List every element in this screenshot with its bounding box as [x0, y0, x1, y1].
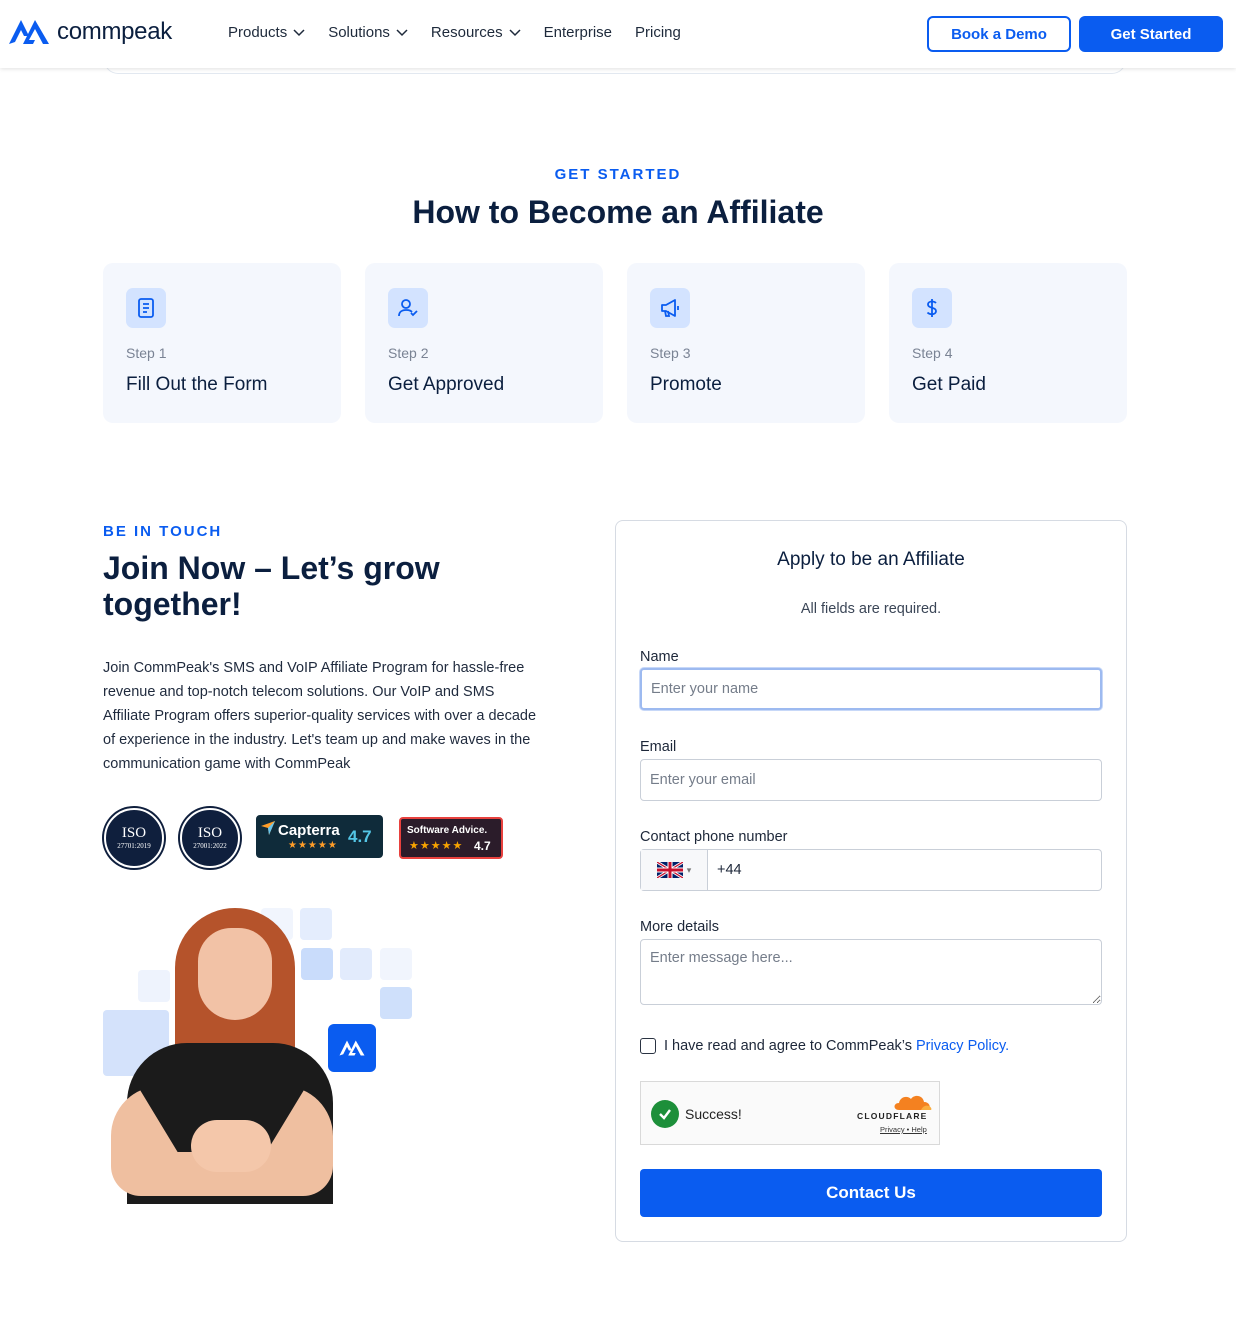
capterra-badge[interactable]: Capterra ★★★★★ 4.7 — [256, 815, 383, 858]
details-textarea[interactable] — [640, 939, 1102, 1005]
software-advice-badge[interactable]: Software Advice. ★★★★★ 4.7 — [399, 817, 503, 859]
touch-eyebrow: BE IN TOUCH — [103, 523, 223, 540]
user-check-icon — [388, 288, 428, 328]
document-icon — [126, 288, 166, 328]
step-title: Get Paid — [912, 374, 986, 395]
capterra-logo-icon — [261, 821, 275, 835]
step-title: Promote — [650, 374, 722, 395]
step-title: Get Approved — [388, 374, 505, 395]
nav-resources-label: Resources — [430, 24, 503, 41]
uk-flag-icon — [656, 862, 683, 878]
nav-pricing-label: Pricing — [635, 24, 681, 41]
nav-resources[interactable]: Resources — [431, 24, 521, 41]
captcha-brand: CLOUDFLARE — [857, 1111, 928, 1121]
nav-pricing[interactable]: Pricing — [635, 24, 681, 41]
step-number: Step 3 — [650, 345, 691, 361]
nav-enterprise[interactable]: Enterprise — [544, 24, 612, 41]
steps-eyebrow: GET STARTED — [554, 166, 682, 183]
chevron-down-icon: ▾ — [686, 864, 692, 875]
brand-name: commpeak — [57, 18, 172, 45]
country-code-select[interactable]: ▾ — [641, 850, 708, 890]
step-card-4: Step 4 Get Paid — [889, 263, 1127, 423]
affiliate-photo — [103, 908, 415, 1204]
main-nav: Products Solutions Resources Enterprise … — [228, 24, 704, 41]
iso-badge-code: 27701:2019 — [117, 841, 151, 850]
name-input[interactable] — [640, 668, 1102, 710]
privacy-agreement: I have read and agree to CommPeak’s Priv… — [640, 1038, 1009, 1054]
step-card-3: Step 3 Promote — [627, 263, 865, 423]
step-card-1: Step 1 Fill Out the Form — [103, 263, 341, 423]
step-card-2: Step 2 Get Approved — [365, 263, 603, 423]
book-demo-button[interactable]: Book a Demo — [927, 16, 1071, 52]
step-number: Step 2 — [388, 345, 429, 361]
step-number: Step 1 — [126, 345, 167, 361]
phone-label: Contact phone number — [640, 829, 788, 845]
capterra-name: Capterra — [278, 822, 340, 839]
email-label: Email — [640, 739, 677, 755]
success-check-icon — [651, 1100, 679, 1128]
name-label: Name — [640, 649, 679, 665]
nav-solutions[interactable]: Solutions — [328, 24, 408, 41]
agree-text: I have read and agree to CommPeak’s — [664, 1038, 912, 1054]
nav-products[interactable]: Products — [228, 24, 305, 41]
star-rating-icon: ★★★★★ — [409, 840, 464, 852]
nav-enterprise-label: Enterprise — [543, 24, 612, 41]
form-subtitle: All fields are required. — [800, 601, 942, 617]
iso-badge-code: 27001:2022 — [193, 841, 227, 850]
iso-27001-badge: ISO 27001:2022 — [180, 808, 240, 868]
star-rating-icon: ★★★★★ — [288, 840, 338, 851]
phone-field: ▾ — [640, 849, 1102, 891]
commpeak-logo[interactable]: commpeak — [7, 16, 172, 48]
commpeak-logo-icon — [328, 1024, 376, 1072]
software-advice-name: Software Advice. — [407, 825, 488, 836]
software-advice-rating: 4.7 — [474, 839, 491, 853]
site-header: commpeak Products Solutions Resources En… — [0, 0, 1236, 68]
cloudflare-captcha[interactable]: Success! CLOUDFLARE Privacy • Help — [640, 1081, 940, 1145]
steps-title: How to Become an Affiliate — [412, 194, 824, 230]
affiliate-form: Apply to be an Affiliate All fields are … — [615, 520, 1127, 1242]
email-input[interactable] — [640, 759, 1102, 801]
nav-products-label: Products — [228, 24, 288, 41]
chevron-down-icon — [396, 28, 408, 36]
details-label: More details — [640, 919, 719, 935]
commpeak-logo-icon — [9, 20, 49, 44]
iso-badge-title: ISO — [197, 824, 223, 841]
megaphone-icon — [650, 288, 690, 328]
join-title: Join Now – Let’s grow together! — [103, 550, 440, 622]
dollar-icon — [912, 288, 952, 328]
step-number: Step 4 — [912, 345, 953, 361]
captcha-status: Success! — [685, 1106, 742, 1122]
contact-us-button[interactable]: Contact Us — [640, 1169, 1102, 1217]
get-started-button[interactable]: Get Started — [1079, 16, 1223, 52]
iso-badge-title: ISO — [121, 824, 147, 841]
captcha-links[interactable]: Privacy • Help — [880, 1125, 927, 1134]
join-description: Join CommPeak's SMS and VoIP Affiliate P… — [103, 660, 537, 772]
capterra-rating: 4.7 — [348, 827, 372, 846]
iso-27701-badge: ISO 27701:2019 — [104, 808, 164, 868]
step-title: Fill Out the Form — [126, 374, 268, 395]
phone-input[interactable] — [708, 850, 1101, 890]
nav-solutions-label: Solutions — [328, 24, 390, 41]
cloudflare-cloud-icon — [894, 1095, 932, 1110]
chevron-down-icon — [509, 28, 521, 36]
chevron-down-icon — [293, 28, 305, 36]
privacy-policy-link[interactable]: Privacy Policy. — [916, 1038, 1009, 1054]
form-title: Apply to be an Affiliate — [777, 549, 965, 570]
agree-checkbox[interactable] — [640, 1038, 656, 1054]
